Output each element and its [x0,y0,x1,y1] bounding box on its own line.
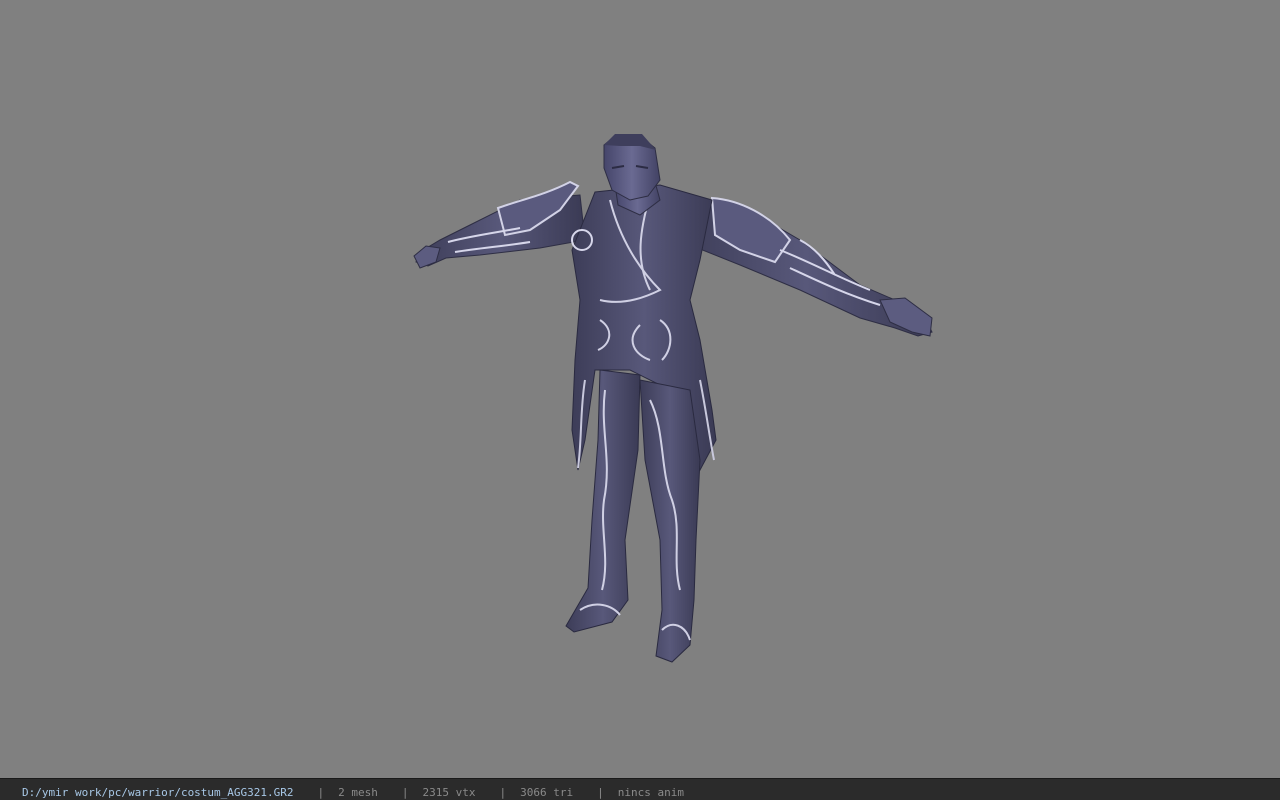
character-model[interactable] [0,0,1280,778]
model-viewer-window: D:/ymir work/pc/warrior/costum_AGG321.GR… [0,0,1280,800]
separator: | [499,786,507,799]
mesh-count-label: 2 mesh [338,786,378,799]
3d-viewport[interactable] [0,0,1280,778]
animation-status-label: nincs anim [617,786,684,799]
separator: | [317,786,325,799]
triangle-count-label: 3066 tri [520,786,574,799]
separator: | [597,786,604,799]
left-arm [413,180,586,269]
vertex-count-label: 2315 vtx [422,786,476,799]
right-arm [679,196,933,337]
file-path-label: D:/ymir work/pc/warrior/costum_AGG321.GR… [22,786,294,799]
separator: | [401,786,409,799]
status-bar: D:/ymir work/pc/warrior/costum_AGG321.GR… [0,778,1280,800]
